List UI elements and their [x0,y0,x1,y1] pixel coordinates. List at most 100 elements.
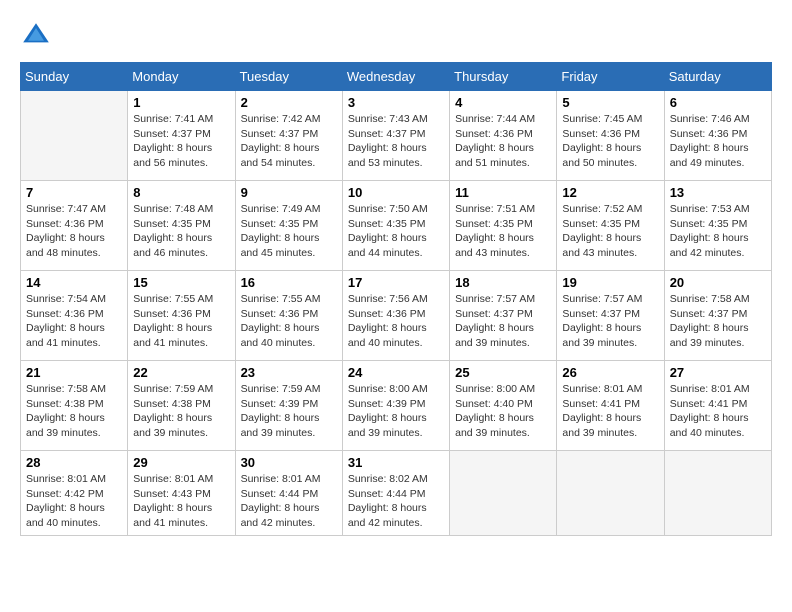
day-info: Sunrise: 7:48 AMSunset: 4:35 PMDaylight:… [133,202,229,261]
calendar-cell: 26 Sunrise: 8:01 AMSunset: 4:41 PMDayligh… [557,361,664,451]
calendar-cell: 25 Sunrise: 8:00 AMSunset: 4:40 PMDayligh… [450,361,557,451]
day-number: 17 [348,275,444,290]
day-info: Sunrise: 8:01 AMSunset: 4:43 PMDaylight:… [133,472,229,531]
calendar-cell: 7 Sunrise: 7:47 AMSunset: 4:36 PMDaylight… [21,181,128,271]
day-number: 15 [133,275,229,290]
calendar-cell: 13 Sunrise: 7:53 AMSunset: 4:35 PMDayligh… [664,181,771,271]
calendar-cell: 23 Sunrise: 7:59 AMSunset: 4:39 PMDayligh… [235,361,342,451]
day-info: Sunrise: 7:57 AMSunset: 4:37 PMDaylight:… [562,292,658,351]
day-info: Sunrise: 7:42 AMSunset: 4:37 PMDaylight:… [241,112,337,171]
day-number: 11 [455,185,551,200]
day-number: 30 [241,455,337,470]
week-row: 21 Sunrise: 7:58 AMSunset: 4:38 PMDayligh… [21,361,772,451]
day-number: 1 [133,95,229,110]
weekday-header: Thursday [450,63,557,91]
calendar-cell: 16Sunrise: 7:55 AMSunset: 4:36 PMDayligh… [235,271,342,361]
calendar-cell: 28 Sunrise: 8:01 AMSunset: 4:42 PMDayligh… [21,451,128,536]
calendar-cell: 6 Sunrise: 7:46 AMSunset: 4:36 PMDaylight… [664,91,771,181]
calendar-cell: 8 Sunrise: 7:48 AMSunset: 4:35 PMDaylight… [128,181,235,271]
logo [20,20,56,52]
day-info: Sunrise: 8:00 AMSunset: 4:40 PMDaylight:… [455,382,551,441]
day-number: 13 [670,185,766,200]
weekday-header: Friday [557,63,664,91]
day-info: Sunrise: 8:01 AMSunset: 4:41 PMDaylight:… [562,382,658,441]
day-info: Sunrise: 7:49 AMSunset: 4:35 PMDaylight:… [241,202,337,261]
day-number: 3 [348,95,444,110]
day-info: Sunrise: 8:02 AMSunset: 4:44 PMDaylight:… [348,472,444,531]
day-number: 31 [348,455,444,470]
day-number: 25 [455,365,551,380]
day-number: 16 [241,275,337,290]
day-number: 20 [670,275,766,290]
day-info: Sunrise: 7:53 AMSunset: 4:35 PMDaylight:… [670,202,766,261]
day-number: 14 [26,275,122,290]
day-info: Sunrise: 7:55 AMSunset: 4:36 PMDaylight:… [133,292,229,351]
day-number: 9 [241,185,337,200]
day-number: 7 [26,185,122,200]
day-info: Sunrise: 7:57 AMSunset: 4:37 PMDaylight:… [455,292,551,351]
day-number: 6 [670,95,766,110]
day-info: Sunrise: 7:46 AMSunset: 4:36 PMDaylight:… [670,112,766,171]
day-info: Sunrise: 7:50 AMSunset: 4:35 PMDaylight:… [348,202,444,261]
day-number: 28 [26,455,122,470]
day-info: Sunrise: 7:47 AMSunset: 4:36 PMDaylight:… [26,202,122,261]
day-number: 22 [133,365,229,380]
calendar-cell: 11 Sunrise: 7:51 AMSunset: 4:35 PMDayligh… [450,181,557,271]
calendar-cell [21,91,128,181]
calendar-cell: 21 Sunrise: 7:58 AMSunset: 4:38 PMDayligh… [21,361,128,451]
day-number: 12 [562,185,658,200]
day-number: 5 [562,95,658,110]
calendar-cell: 12 Sunrise: 7:52 AMSunset: 4:35 PMDayligh… [557,181,664,271]
page-header [20,20,772,52]
week-row: 1 Sunrise: 7:41 AMSunset: 4:37 PMDaylight… [21,91,772,181]
day-info: Sunrise: 7:44 AMSunset: 4:36 PMDaylight:… [455,112,551,171]
weekday-header: Wednesday [342,63,449,91]
calendar-cell: 31 Sunrise: 8:02 AMSunset: 4:44 PMDayligh… [342,451,449,536]
day-info: Sunrise: 7:58 AMSunset: 4:37 PMDaylight:… [670,292,766,351]
calendar-cell: 27Sunrise: 8:01 AMSunset: 4:41 PMDayligh… [664,361,771,451]
calendar-cell: 14 Sunrise: 7:54 AMSunset: 4:36 PMDayligh… [21,271,128,361]
calendar-cell: 24 Sunrise: 8:00 AMSunset: 4:39 PMDayligh… [342,361,449,451]
weekday-header-row: SundayMondayTuesdayWednesdayThursdayFrid… [21,63,772,91]
day-info: Sunrise: 8:01 AMSunset: 4:42 PMDaylight:… [26,472,122,531]
day-number: 23 [241,365,337,380]
day-number: 2 [241,95,337,110]
day-number: 10 [348,185,444,200]
calendar-cell: 5Sunrise: 7:45 AMSunset: 4:36 PMDaylight… [557,91,664,181]
calendar-cell: 18 Sunrise: 7:57 AMSunset: 4:37 PMDayligh… [450,271,557,361]
day-info: Sunrise: 7:59 AMSunset: 4:39 PMDaylight:… [241,382,337,441]
calendar-cell: 9 Sunrise: 7:49 AMSunset: 4:35 PMDaylight… [235,181,342,271]
day-info: Sunrise: 7:56 AMSunset: 4:36 PMDaylight:… [348,292,444,351]
calendar-cell: 1 Sunrise: 7:41 AMSunset: 4:37 PMDaylight… [128,91,235,181]
day-info: Sunrise: 7:51 AMSunset: 4:35 PMDaylight:… [455,202,551,261]
calendar-cell: 15 Sunrise: 7:55 AMSunset: 4:36 PMDayligh… [128,271,235,361]
day-info: Sunrise: 8:01 AMSunset: 4:41 PMDaylight:… [670,382,766,441]
calendar-table: SundayMondayTuesdayWednesdayThursdayFrid… [20,62,772,536]
calendar-cell: 30Sunrise: 8:01 AMSunset: 4:44 PMDayligh… [235,451,342,536]
calendar-cell: 17 Sunrise: 7:56 AMSunset: 4:36 PMDayligh… [342,271,449,361]
weekday-header: Tuesday [235,63,342,91]
week-row: 14 Sunrise: 7:54 AMSunset: 4:36 PMDayligh… [21,271,772,361]
calendar-cell: 3 Sunrise: 7:43 AMSunset: 4:37 PMDaylight… [342,91,449,181]
day-number: 24 [348,365,444,380]
calendar-cell: 2 Sunrise: 7:42 AMSunset: 4:37 PMDaylight… [235,91,342,181]
day-info: Sunrise: 7:59 AMSunset: 4:38 PMDaylight:… [133,382,229,441]
day-info: Sunrise: 7:41 AMSunset: 4:37 PMDaylight:… [133,112,229,171]
weekday-header: Sunday [21,63,128,91]
calendar-cell: 4Sunrise: 7:44 AMSunset: 4:36 PMDaylight… [450,91,557,181]
day-info: Sunrise: 7:43 AMSunset: 4:37 PMDaylight:… [348,112,444,171]
day-info: Sunrise: 7:58 AMSunset: 4:38 PMDaylight:… [26,382,122,441]
day-number: 26 [562,365,658,380]
day-number: 21 [26,365,122,380]
week-row: 28 Sunrise: 8:01 AMSunset: 4:42 PMDayligh… [21,451,772,536]
day-number: 18 [455,275,551,290]
day-number: 8 [133,185,229,200]
day-info: Sunrise: 7:54 AMSunset: 4:36 PMDaylight:… [26,292,122,351]
calendar-cell [557,451,664,536]
day-number: 29 [133,455,229,470]
calendar-cell: 20 Sunrise: 7:58 AMSunset: 4:37 PMDayligh… [664,271,771,361]
day-info: Sunrise: 8:00 AMSunset: 4:39 PMDaylight:… [348,382,444,441]
weekday-header: Monday [128,63,235,91]
day-info: Sunrise: 7:52 AMSunset: 4:35 PMDaylight:… [562,202,658,261]
calendar-cell: 29 Sunrise: 8:01 AMSunset: 4:43 PMDayligh… [128,451,235,536]
